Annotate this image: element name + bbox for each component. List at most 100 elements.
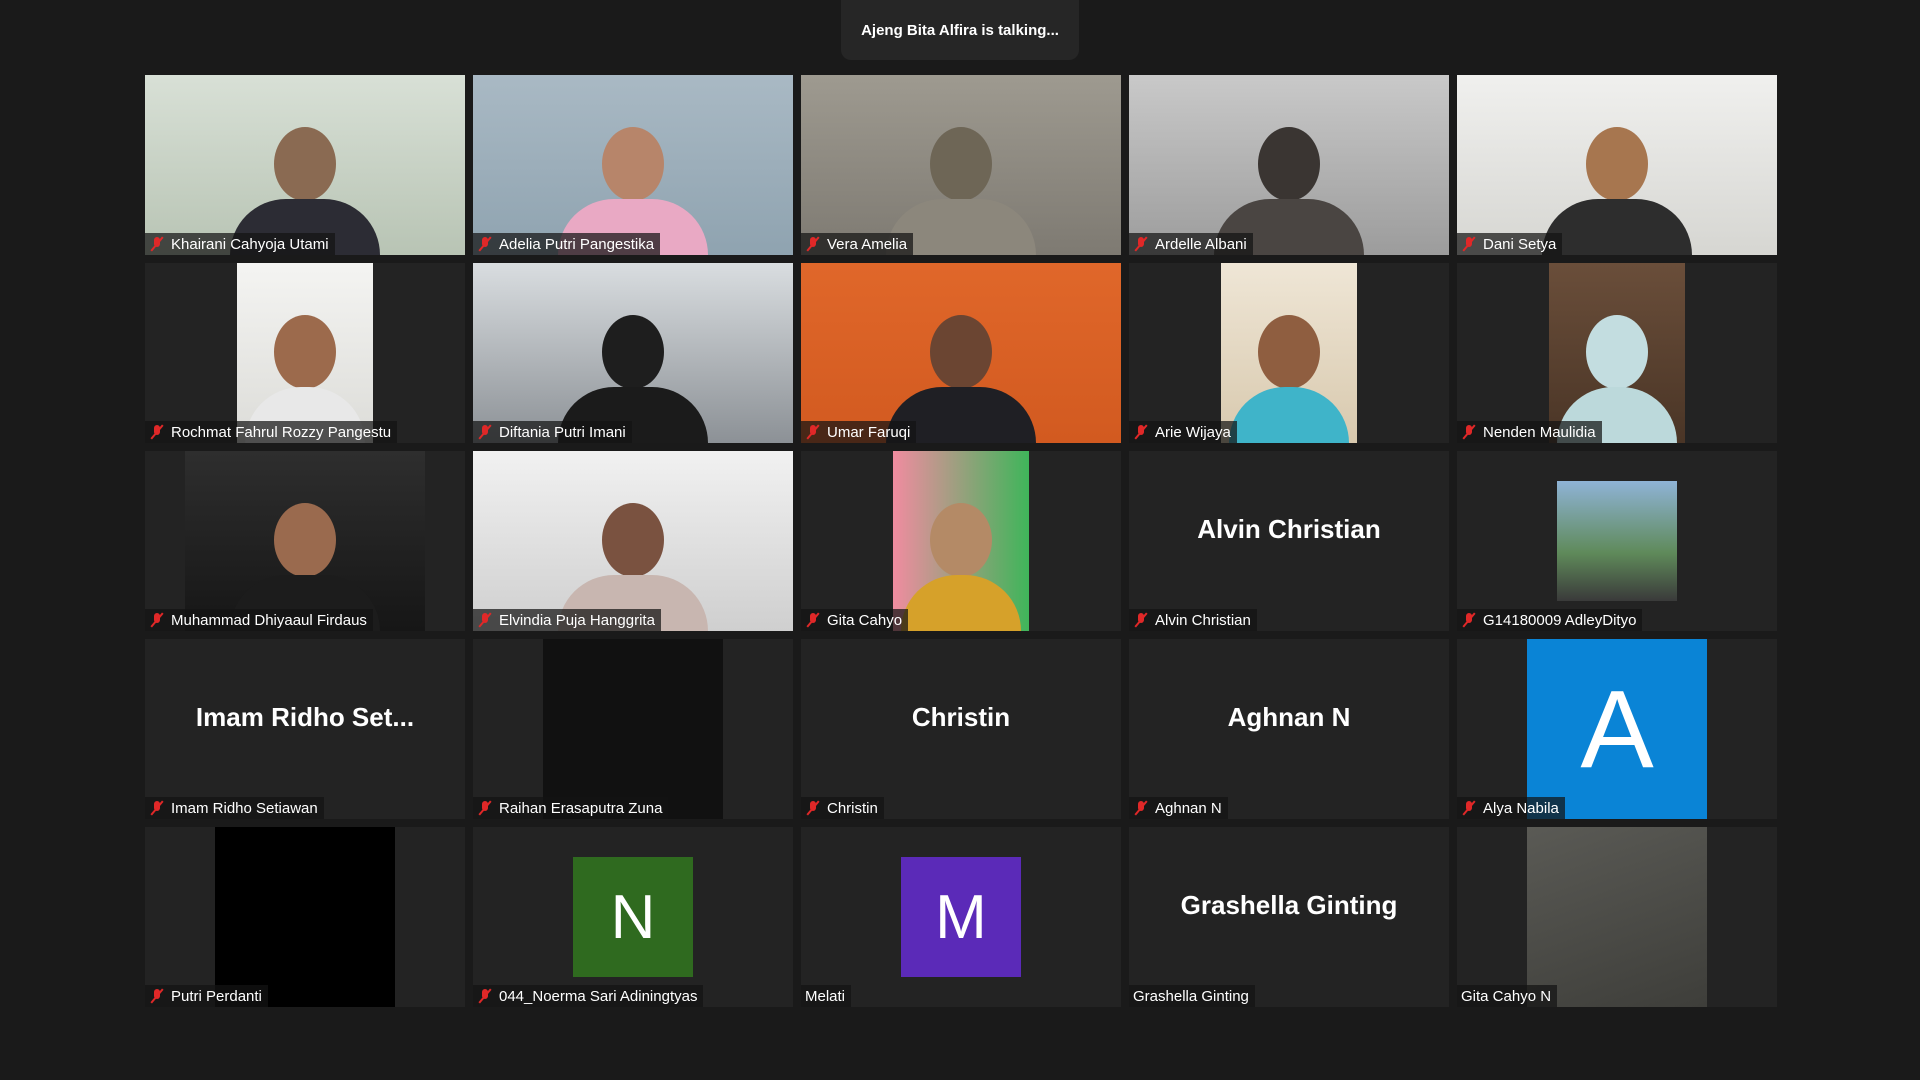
participant-display-name: Christin (911, 701, 1011, 732)
participant-tile[interactable]: Umar Faruqi (801, 263, 1121, 443)
participant-video (1129, 75, 1449, 255)
participant-name-tag: Alya Nabila (1457, 797, 1565, 819)
mic-muted-icon (149, 236, 165, 252)
mic-muted-icon (1133, 424, 1149, 440)
participant-tile[interactable]: Aghnan N Aghnan N (1129, 639, 1449, 819)
participant-name: Nenden Maulidia (1483, 423, 1596, 441)
participant-name: Christin (827, 799, 878, 817)
mic-muted-icon (149, 800, 165, 816)
mic-muted-icon (1133, 800, 1149, 816)
participant-name-tag: Vera Amelia (801, 233, 914, 255)
participant-name-tag: Aghnan N (1129, 797, 1228, 819)
participant-tile[interactable]: Nenden Maulidia (1457, 263, 1777, 443)
participant-name-tag: Ardelle Albani (1129, 233, 1253, 255)
participant-name-tag: Diftania Putri Imani (473, 421, 632, 443)
participant-tile[interactable]: A Alya Nabila (1457, 639, 1777, 819)
participant-name-tag: Imam Ridho Setiawan (145, 797, 324, 819)
participant-name-tag: Khairani Cahyoja Utami (145, 233, 335, 255)
participant-tile[interactable]: Alvin Christian Alvin Christian (1129, 451, 1449, 631)
participant-tile[interactable]: Gita Cahyo (801, 451, 1121, 631)
participant-name: Melati (805, 987, 846, 1005)
participant-name: Gita Cahyo N (1461, 987, 1552, 1005)
participant-tile[interactable]: Diftania Putri Imani (473, 263, 793, 443)
participant-video (473, 451, 793, 631)
participant-video (473, 263, 793, 443)
participant-tile[interactable]: Raihan Erasaputra Zuna (473, 639, 793, 819)
mic-muted-icon (1461, 424, 1477, 440)
participant-name-tag: Raihan Erasaputra Zuna (473, 797, 669, 819)
participant-display-name: Imam Ridho Set... (195, 701, 415, 732)
mic-muted-icon (805, 236, 821, 252)
mic-muted-icon (149, 988, 165, 1004)
mic-muted-icon (805, 800, 821, 816)
participant-name: Muhammad Dhiyaaul Firdaus (171, 611, 367, 629)
participant-tile[interactable]: Vera Amelia (801, 75, 1121, 255)
participant-name: Imam Ridho Setiawan (171, 799, 318, 817)
participant-avatar: M (901, 857, 1021, 977)
participant-display-name: Grashella Ginting (1180, 889, 1398, 920)
mic-muted-icon (1133, 612, 1149, 628)
participant-video (1527, 827, 1707, 1007)
participant-name-tag: Muhammad Dhiyaaul Firdaus (145, 609, 373, 631)
participant-video (543, 639, 723, 819)
participant-tile[interactable]: M Melati (801, 827, 1121, 1007)
participant-name: Diftania Putri Imani (499, 423, 626, 441)
participant-name-tag: 044_Noerma Sari Adiningtyas (473, 985, 704, 1007)
participant-tile[interactable]: N 044_Noerma Sari Adiningtyas (473, 827, 793, 1007)
mic-muted-icon (149, 424, 165, 440)
participant-tile[interactable]: Grashella Ginting Grashella Ginting (1129, 827, 1449, 1007)
participant-name-tag: Putri Perdanti (145, 985, 268, 1007)
participant-tile[interactable]: Rochmat Fahrul Rozzy Pangestu (145, 263, 465, 443)
participant-name-tag: Gita Cahyo (801, 609, 909, 631)
participant-avatar: A (1527, 639, 1707, 819)
participant-name: Khairani Cahyoja Utami (171, 235, 329, 253)
participant-name: Arie Wijaya (1155, 423, 1231, 441)
participant-tile[interactable]: Dani Setya (1457, 75, 1777, 255)
participant-video (1221, 263, 1357, 443)
active-speaker-banner: Ajeng Bita Alfira is talking... (841, 0, 1079, 60)
mic-muted-icon (1133, 236, 1149, 252)
participant-name-tag: Rochmat Fahrul Rozzy Pangestu (145, 421, 398, 443)
participant-name-tag: Arie Wijaya (1129, 421, 1237, 443)
participant-tile[interactable]: Imam Ridho Set... Imam Ridho Setiawan (145, 639, 465, 819)
participant-tile[interactable]: Khairani Cahyoja Utami (145, 75, 465, 255)
mic-muted-icon (1461, 800, 1477, 816)
participant-name-tag: Melati (801, 985, 852, 1007)
participant-video (145, 75, 465, 255)
participant-name: Umar Faruqi (827, 423, 911, 441)
participant-tile[interactable]: Elvindia Puja Hanggrita (473, 451, 793, 631)
participant-name-tag: Christin (801, 797, 884, 819)
participant-tile[interactable]: Gita Cahyo N (1457, 827, 1777, 1007)
participant-video (1549, 263, 1685, 443)
participant-avatar: N (573, 857, 693, 977)
participant-name: Alya Nabila (1483, 799, 1559, 817)
participant-name: Aghnan N (1155, 799, 1222, 817)
participant-name: Elvindia Puja Hanggrita (499, 611, 655, 629)
participant-tile[interactable]: G14180009 AdleyDityo (1457, 451, 1777, 631)
participant-name-tag: G14180009 AdleyDityo (1457, 609, 1643, 631)
participant-video (893, 451, 1029, 631)
participant-name-tag: Elvindia Puja Hanggrita (473, 609, 661, 631)
participant-name-tag: Alvin Christian (1129, 609, 1257, 631)
participant-video (1457, 75, 1777, 255)
participant-tile[interactable]: Christin Christin (801, 639, 1121, 819)
participant-display-name: Alvin Christian (1197, 513, 1381, 544)
participant-tile[interactable]: Adelia Putri Pangestika (473, 75, 793, 255)
participant-tile[interactable]: Putri Perdanti (145, 827, 465, 1007)
participant-name: 044_Noerma Sari Adiningtyas (499, 987, 698, 1005)
participant-name: Gita Cahyo (827, 611, 903, 629)
mic-muted-icon (477, 612, 493, 628)
participant-name: Adelia Putri Pangestika (499, 235, 655, 253)
mic-muted-icon (149, 612, 165, 628)
participant-name: Alvin Christian (1155, 611, 1251, 629)
participant-name-tag: Umar Faruqi (801, 421, 917, 443)
participant-tile[interactable]: Arie Wijaya (1129, 263, 1449, 443)
participant-name-tag: Nenden Maulidia (1457, 421, 1602, 443)
participant-video (801, 75, 1121, 255)
mic-muted-icon (1461, 236, 1477, 252)
participant-name: Grashella Ginting (1133, 987, 1249, 1005)
participant-tile[interactable]: Ardelle Albani (1129, 75, 1449, 255)
mic-muted-icon (477, 236, 493, 252)
participant-tile[interactable]: Muhammad Dhiyaaul Firdaus (145, 451, 465, 631)
mic-muted-icon (805, 424, 821, 440)
